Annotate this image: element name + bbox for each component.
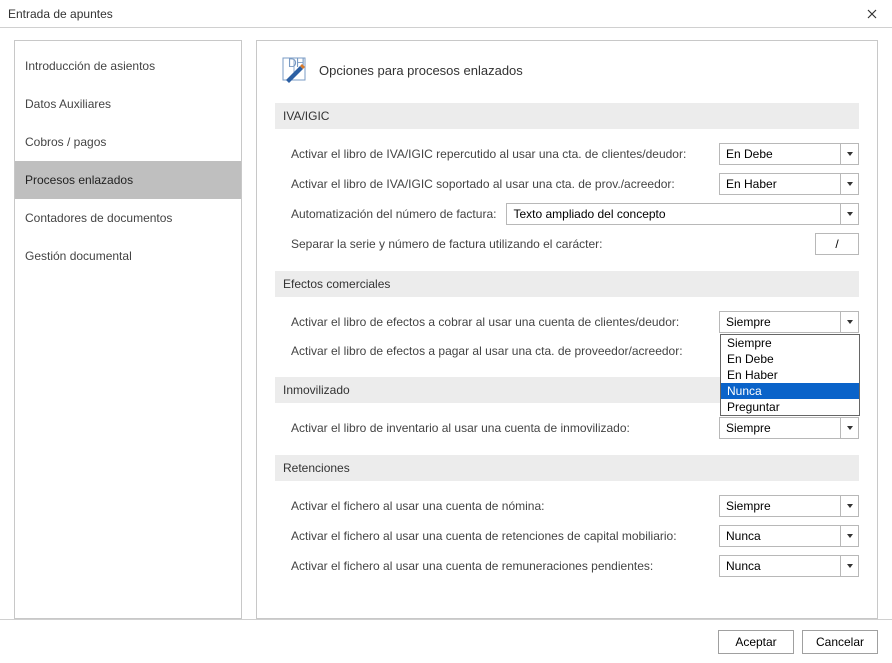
select-value: Nunca [726, 529, 761, 543]
section-iva-header: IVA/IGIC [275, 103, 859, 129]
select-value: Siempre [726, 421, 771, 435]
select-iva-repercutido[interactable]: En Debe [719, 143, 859, 165]
dropdown-option[interactable]: En Debe [721, 351, 859, 367]
label-efectos-pagar: Activar el libro de efectos a pagar al u… [291, 344, 719, 358]
label-separar: Separar la serie y número de factura uti… [291, 237, 815, 251]
select-iva-soportado[interactable]: En Haber [719, 173, 859, 195]
select-remuneraciones[interactable]: Nunca [719, 555, 859, 577]
select-value: En Debe [726, 147, 773, 161]
main-panel: D H Opciones para procesos enlazados IVA… [256, 40, 878, 619]
select-value: Nunca [726, 559, 761, 573]
section-efectos-header: Efectos comerciales [275, 271, 859, 297]
sidebar-item-gestion-documental[interactable]: Gestión documental [15, 237, 241, 275]
dropdown-option[interactable]: Siempre [721, 335, 859, 351]
label-automatizacion: Automatización del número de factura: [291, 207, 496, 221]
select-inventario[interactable]: Siempre [719, 417, 859, 439]
close-button[interactable] [852, 0, 892, 28]
titlebar: Entrada de apuntes [0, 0, 892, 28]
label-iva-soportado: Activar el libro de IVA/IGIC soportado a… [291, 177, 719, 191]
accept-button[interactable]: Aceptar [718, 630, 794, 654]
sidebar-item-cobros-pagos[interactable]: Cobros / pagos [15, 123, 241, 161]
page-icon: D H [279, 55, 309, 85]
select-value: Siempre [726, 499, 771, 513]
chevron-down-icon [840, 144, 858, 164]
dropdown-option[interactable]: En Haber [721, 367, 859, 383]
sidebar: Introducción de asientos Datos Auxiliare… [14, 40, 242, 619]
label-iva-repercutido: Activar el libro de IVA/IGIC repercutido… [291, 147, 719, 161]
chevron-down-icon [840, 526, 858, 546]
dropdown-option[interactable]: Preguntar [721, 399, 859, 415]
footer: Aceptar Cancelar [0, 619, 892, 663]
dropdown-list[interactable]: SiempreEn DebeEn HaberNuncaPreguntar [720, 334, 860, 416]
input-separador[interactable] [815, 233, 859, 255]
select-efectos-cobrar[interactable]: Siempre [719, 311, 859, 333]
label-capital: Activar el fichero al usar una cuenta de… [291, 529, 719, 543]
sidebar-item-procesos-enlazados[interactable]: Procesos enlazados [15, 161, 241, 199]
label-inventario: Activar el libro de inventario al usar u… [291, 421, 719, 435]
cancel-button[interactable]: Cancelar [802, 630, 878, 654]
label-nomina: Activar el fichero al usar una cuenta de… [291, 499, 719, 513]
chevron-down-icon [840, 174, 858, 194]
select-value: Siempre [726, 315, 771, 329]
select-nomina[interactable]: Siempre [719, 495, 859, 517]
select-automatizacion[interactable]: Texto ampliado del concepto [506, 203, 859, 225]
label-efectos-cobrar: Activar el libro de efectos a cobrar al … [291, 315, 719, 329]
window-title: Entrada de apuntes [8, 7, 113, 21]
chevron-down-icon [840, 496, 858, 516]
select-value: En Haber [726, 177, 777, 191]
select-capital[interactable]: Nunca [719, 525, 859, 547]
sidebar-item-datos-auxiliares[interactable]: Datos Auxiliares [15, 85, 241, 123]
chevron-down-icon [840, 556, 858, 576]
label-remuneraciones: Activar el fichero al usar una cuenta de… [291, 559, 719, 573]
select-value: Texto ampliado del concepto [513, 207, 665, 221]
close-icon [867, 9, 877, 19]
dropdown-option[interactable]: Nunca [721, 383, 859, 399]
chevron-down-icon [840, 204, 858, 224]
chevron-down-icon [840, 418, 858, 438]
section-retenciones-header: Retenciones [275, 455, 859, 481]
sidebar-item-introduccion[interactable]: Introducción de asientos [15, 47, 241, 85]
chevron-down-icon [840, 312, 858, 332]
sidebar-item-contadores[interactable]: Contadores de documentos [15, 199, 241, 237]
page-title: Opciones para procesos enlazados [319, 63, 523, 78]
